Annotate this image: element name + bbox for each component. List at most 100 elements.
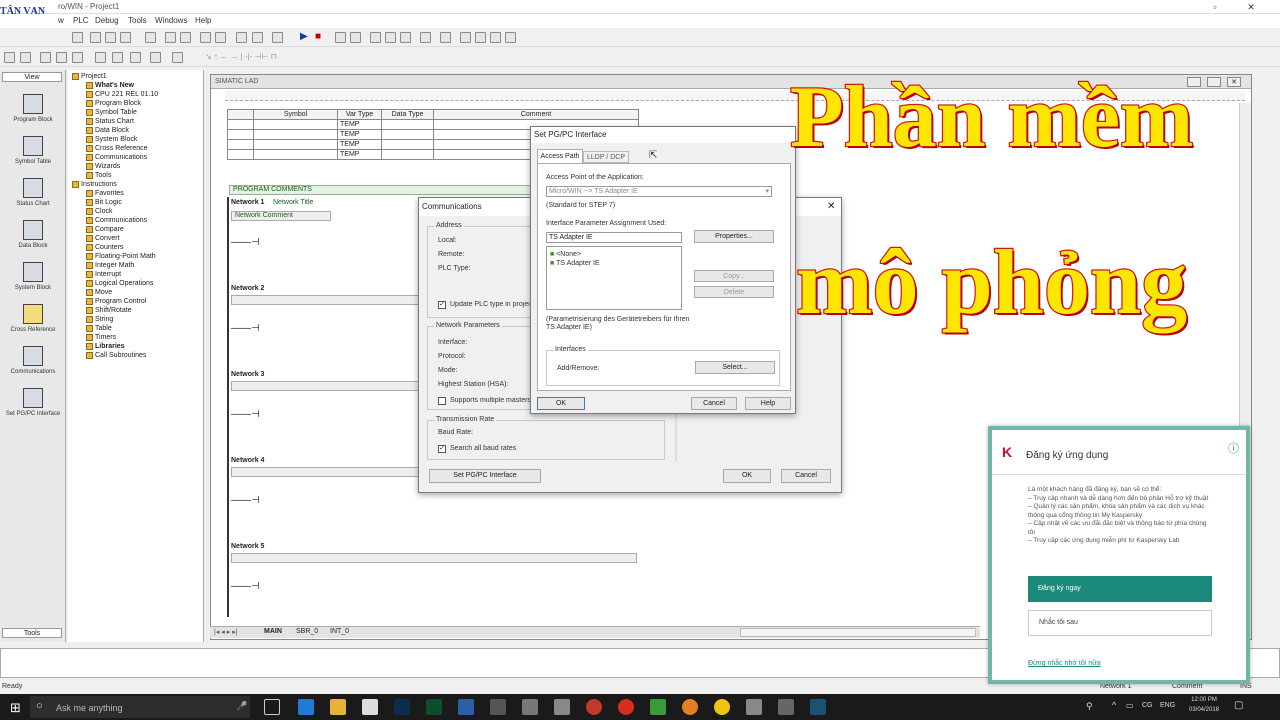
comm-close-icon[interactable]: ✕ [827,201,835,212]
box-icon[interactable] [72,52,83,63]
network-1-comment[interactable]: Network Comment [231,211,331,221]
nav-system-block[interactable]: System Block [4,260,62,300]
chrome-icon[interactable] [714,699,730,715]
undo-icon[interactable] [145,32,156,43]
tree-item[interactable]: Counters [72,243,202,252]
interface-list[interactable]: ■ <None> ■ TS Adapter IE [546,246,682,310]
remind-later-button[interactable]: Nhắc tôi sau [1028,610,1212,636]
register-now-button[interactable]: Đăng ký ngay [1028,576,1212,602]
pgpc-ok-button[interactable]: OK [537,397,585,410]
chart-status-icon[interactable] [350,32,361,43]
people-icon[interactable]: ⚲ [1086,701,1093,712]
pgpc-help-button[interactable]: Help [745,397,791,410]
update-plc-checkbox[interactable]: ✓ [438,301,446,309]
menu-tools[interactable]: Tools [128,16,147,25]
download-icon[interactable] [215,32,226,43]
tree-item[interactable]: Clock [72,207,202,216]
tree-item[interactable]: Interrupt [72,270,202,279]
sort-desc-icon[interactable] [252,32,263,43]
menu-plc[interactable]: PLC [73,16,89,25]
tree-item[interactable]: CPU 221 REL 01.10 [72,90,202,99]
interface-param-input[interactable]: TS Adapter IE [546,232,682,243]
windows-start-icon[interactable]: ⊞ [10,700,21,716]
menu-debug[interactable]: Debug [95,16,119,25]
clock-time[interactable]: 12:00 PM [1184,697,1224,703]
refresh-icon[interactable] [475,32,486,43]
close-icon[interactable]: ✕ [1236,0,1266,14]
tree-item[interactable]: String [72,315,202,324]
bookmark-icon[interactable] [172,52,183,63]
tree-item[interactable]: Call Subroutines [72,351,202,360]
tree-item[interactable]: What's New [72,81,202,90]
nav-set-pgpc[interactable]: Set PG/PC Interface [4,386,62,426]
network-3-rung-icon[interactable]: ——⊣ [231,409,260,420]
menu-windows[interactable]: Windows [155,16,187,25]
tree-item[interactable]: Convert [72,234,202,243]
nav-data-block[interactable]: Data Block [4,218,62,258]
network-2-rung-icon[interactable]: ——⊣ [231,323,260,334]
search-box[interactable]: ○ Ask me anything 🎤 [30,696,250,718]
notifications-icon[interactable]: ▢ [1234,700,1243,711]
nav-symbol-table[interactable]: Symbol Table [4,134,62,174]
nav-program-block[interactable]: Program Block [4,92,62,132]
delete-button[interactable]: Delete [694,286,774,298]
tree-item[interactable]: Libraries [72,342,202,351]
line-tools-icon[interactable]: ↘ ↑ ← → | -|- ⊣⊢ ⊓ [205,52,277,61]
contact-icon[interactable] [40,52,51,63]
cut-icon[interactable] [90,32,101,43]
properties-button[interactable]: Properties... [694,230,774,243]
tree-item[interactable]: Shift/Rotate [72,306,202,315]
minimize-icon[interactable]: ▫ [1200,0,1230,14]
search-baud-checkbox[interactable]: ✓ [438,445,446,453]
run-icon[interactable]: ▶ [300,31,308,42]
tab-sbr0[interactable]: SBR_0 [296,628,318,635]
tree-item[interactable]: Program Block [72,99,202,108]
tree-item[interactable]: Favorites [72,189,202,198]
tab-main[interactable]: MAIN [264,628,282,635]
tree-item[interactable]: Bit Logic [72,198,202,207]
toggle-icon[interactable] [130,52,141,63]
tree-item[interactable]: Symbol Table [72,108,202,117]
paste-icon[interactable] [120,32,131,43]
firefox-icon[interactable] [682,699,698,715]
dont-remind-link[interactable]: Đừng nhắc nhở tôi nữa [1028,660,1101,667]
unforce-icon[interactable] [420,32,431,43]
tree-item[interactable]: Move [72,288,202,297]
mail-icon[interactable] [362,699,378,715]
nav-down-icon[interactable] [20,52,31,63]
tree-item[interactable]: System Block [72,135,202,144]
single-read-icon[interactable] [370,32,381,43]
multiple-masters-checkbox[interactable] [438,397,446,405]
tab-int0[interactable]: INT_0 [330,628,349,635]
navbar-tools[interactable]: Tools [2,628,62,638]
network-1-rung-icon[interactable]: ——⊣ [231,237,260,248]
network-3-comment[interactable] [231,381,427,391]
set-pgpc-button[interactable]: Set PG/PC Interface [429,469,541,483]
tree-item[interactable]: Integer Math [72,261,202,270]
tree-item[interactable]: Table [72,324,202,333]
app-icon[interactable] [746,699,762,715]
pgpc-cancel-button[interactable]: Cancel [691,397,737,410]
chevron-up-icon[interactable]: ^ [1112,700,1116,710]
tree-item[interactable]: Communications [72,216,202,225]
tree-item[interactable]: Floating-Point Math [72,252,202,261]
comm-cancel-button[interactable]: Cancel [781,469,831,483]
insert-network-icon[interactable] [95,52,106,63]
horizontal-scrollbar[interactable] [740,628,976,637]
editor-restore-icon[interactable] [1207,77,1221,87]
access-point-select[interactable]: Micro/WIN --> TS Adapter IE ▾ [546,186,772,197]
tree-item[interactable]: Status Chart [72,117,202,126]
app-icon[interactable] [778,699,794,715]
file-explorer-icon[interactable] [330,699,346,715]
program-status-icon[interactable] [335,32,346,43]
options-icon[interactable] [272,32,283,43]
list-item[interactable]: ■ TS Adapter IE [550,260,681,267]
list-item[interactable]: ■ <None> [550,251,681,258]
nav-up-icon[interactable] [4,52,15,63]
opera-icon[interactable] [618,699,634,715]
recorder-icon[interactable] [586,699,602,715]
stop-icon[interactable]: ■ [315,31,321,42]
nav-cross-reference[interactable]: Cross Reference [4,302,62,342]
network-4-rung-icon[interactable]: ——⊣ [231,495,260,506]
tab-access-path[interactable]: Access Path [537,149,583,163]
